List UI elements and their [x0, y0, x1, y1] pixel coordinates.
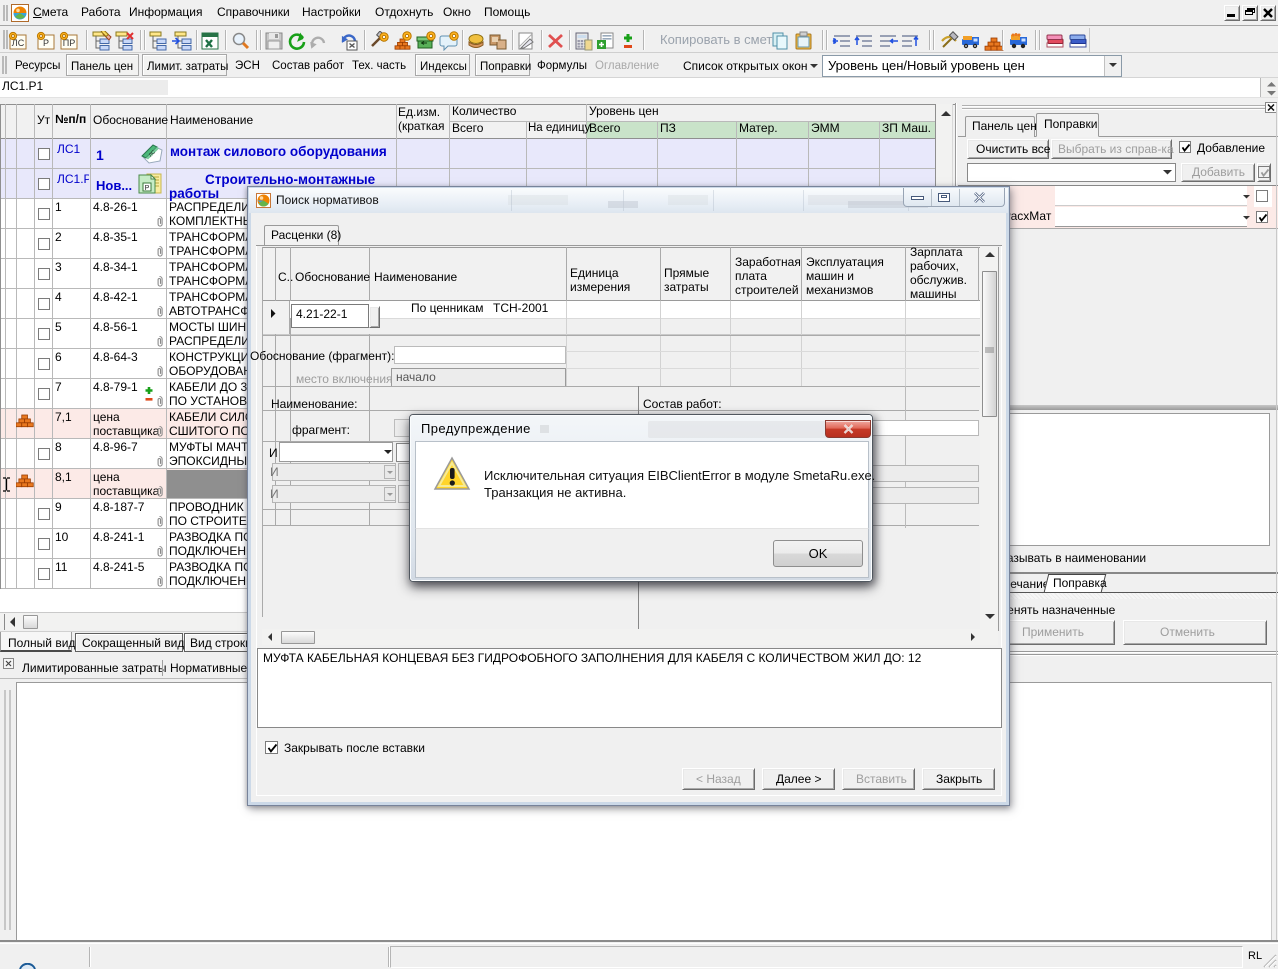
svg-text:P: P — [145, 185, 150, 192]
svg-text:Р: Р — [43, 38, 49, 48]
